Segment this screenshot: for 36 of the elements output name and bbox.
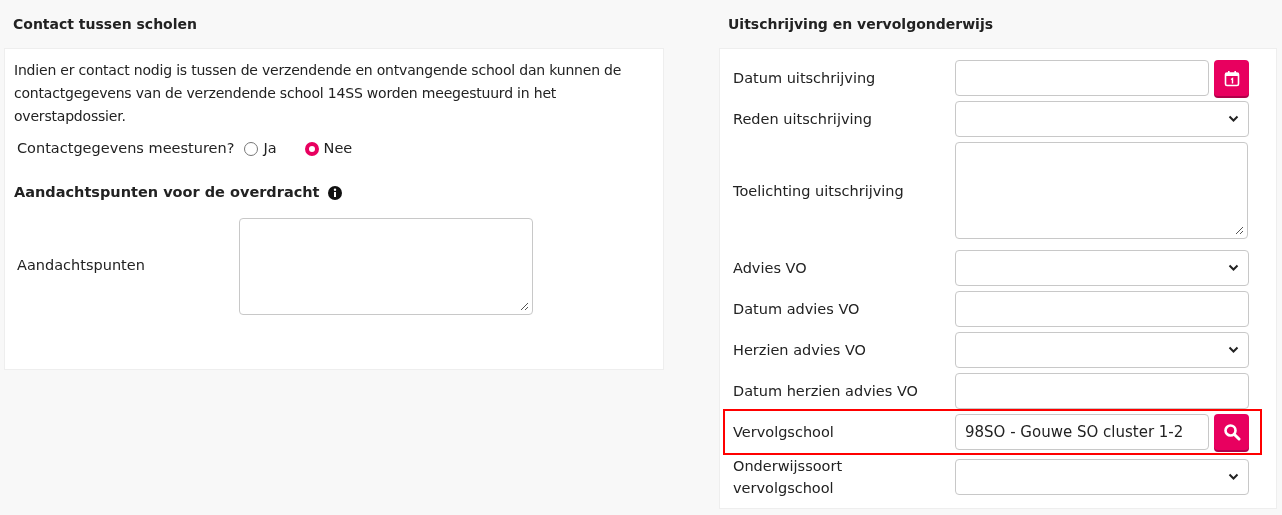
field-label: Herzien advies VO <box>733 341 867 360</box>
info-icon <box>327 185 342 200</box>
chevron-down-icon <box>1228 473 1239 481</box>
search-button[interactable] <box>1214 414 1249 450</box>
select-field[interactable] <box>955 101 1249 137</box>
field-label: Onderwijssoort vervolgschool <box>733 457 844 498</box>
select-field[interactable] <box>955 332 1249 368</box>
field-label: Reden uitschrijving <box>733 110 873 129</box>
radio-option[interactable]: Nee <box>304 138 353 160</box>
select-field[interactable] <box>955 459 1249 495</box>
date-field[interactable] <box>955 60 1209 96</box>
subsection-heading: Aandachtspunten voor de overdracht <box>14 182 320 202</box>
section-title: Uitschrijving en vervolgonderwijs <box>727 14 995 34</box>
text-field[interactable] <box>955 291 1249 327</box>
resize-handle-icon[interactable] <box>1235 226 1244 235</box>
school-field[interactable]: 98SO - Gouwe SO cluster 1-2 <box>955 414 1209 450</box>
search-icon <box>1222 423 1241 441</box>
calendar-icon <box>1223 69 1240 87</box>
text-field[interactable] <box>955 373 1249 409</box>
field-label: Vervolgschool <box>733 423 835 442</box>
intro-text: Indien er contact nodig is tussen de verzendende en ontvangende school dan kunnen de contactgegevens van de verzendende school 14SS worden meegestuurd in het overstapdossier. <box>14 61 623 126</box>
radio-option[interactable]: Ja <box>244 138 277 160</box>
chevron-down-icon <box>1228 346 1239 354</box>
field-label: Advies VO <box>733 259 808 278</box>
field-label: Datum herzien advies VO <box>733 382 919 401</box>
field-label: Datum uitschrijving <box>733 69 877 88</box>
chevron-down-icon <box>1228 115 1239 123</box>
select-field[interactable] <box>955 250 1249 286</box>
field-label: Datum advies VO <box>733 300 861 319</box>
chevron-down-icon <box>1228 264 1239 272</box>
section-title: Contact tussen scholen <box>12 14 198 34</box>
field-label: Toelichting uitschrijving <box>733 181 905 201</box>
field-label: Contactgegevens meesturen? <box>17 139 235 158</box>
field-label: Aandachtspunten <box>17 256 146 276</box>
resize-handle-icon[interactable] <box>520 301 529 311</box>
calendar-button[interactable] <box>1214 60 1249 96</box>
